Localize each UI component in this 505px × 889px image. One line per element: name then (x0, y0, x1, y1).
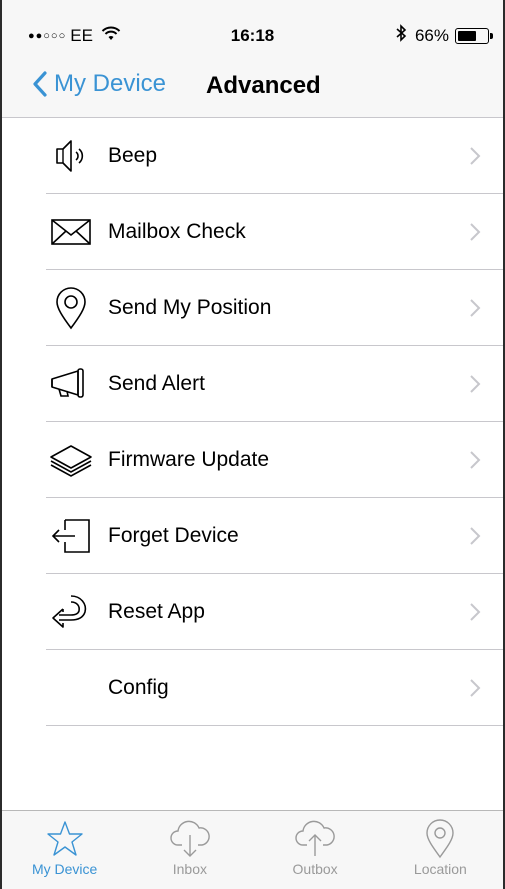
tab-label: Inbox (172, 861, 207, 877)
menu-item-label: Send My Position (108, 296, 272, 319)
cloud-upload-icon (295, 820, 335, 856)
page-title: Advanced (206, 72, 321, 99)
tab-outbox[interactable]: Outbox (253, 811, 378, 889)
exit-icon (48, 513, 94, 559)
menu-item-firmware-update[interactable]: Firmware Update (2, 422, 503, 498)
cloud-download-icon (170, 820, 210, 857)
tab-my-device[interactable]: My Device (2, 811, 127, 889)
chevron-right-icon (470, 223, 481, 241)
tab-label: Outbox (292, 861, 338, 877)
location-pin-icon (48, 285, 94, 331)
menu-item-label: Send Alert (108, 372, 205, 395)
megaphone-icon (48, 361, 94, 407)
star-icon (46, 821, 83, 856)
menu-item-beep[interactable]: Beep (2, 118, 503, 194)
envelope-icon (48, 209, 94, 255)
battery-icon (455, 27, 493, 44)
status-bar: ●●○○○ EE 16:18 66% (2, 0, 503, 60)
back-label: My Device (54, 70, 167, 97)
tab-label: Location (413, 861, 467, 877)
menu-item-label: Firmware Update (108, 448, 270, 471)
status-right: 66% (395, 24, 493, 47)
app-frame: ●●○○○ EE 16:18 66% My Device Advanced Be… (0, 0, 505, 889)
bluetooth-icon (395, 24, 407, 47)
menu-item-mailbox-check[interactable]: Mailbox Check (2, 194, 503, 270)
menu-item-config[interactable]: Config (2, 650, 503, 726)
layers-icon (48, 437, 94, 483)
chevron-right-icon (470, 147, 481, 165)
menu-item-label: Beep (108, 144, 158, 167)
chevron-right-icon (470, 375, 481, 393)
menu-item-label: Forget Device (108, 524, 239, 547)
tab-location[interactable]: Location (378, 811, 503, 889)
menu-item-label: Mailbox Check (108, 220, 246, 243)
tab-bar: My Device Inbox Outbox Location (2, 810, 503, 889)
menu-item-send-my-position[interactable]: Send My Position (2, 270, 503, 346)
reset-arrow-icon (48, 589, 94, 635)
menu-item-send-alert[interactable]: Send Alert (2, 346, 503, 422)
navigation-bar: My Device Advanced (2, 60, 503, 118)
chevron-right-icon (470, 603, 481, 621)
back-button[interactable]: My Device (32, 70, 166, 98)
chevron-right-icon (470, 527, 481, 545)
battery-percent: 66% (414, 25, 449, 45)
chevron-left-icon (33, 71, 47, 97)
speaker-icon (48, 133, 94, 179)
chevron-right-icon (470, 299, 481, 317)
menu-item-forget-device[interactable]: Forget Device (2, 498, 503, 574)
tab-inbox[interactable]: Inbox (127, 811, 252, 889)
location-pin-icon (426, 819, 455, 859)
tab-label: My Device (31, 861, 98, 877)
menu-item-label: Config (108, 676, 169, 699)
chevron-right-icon (470, 679, 481, 697)
battery-fill (458, 30, 477, 41)
menu-item-reset-app[interactable]: Reset App (2, 574, 503, 650)
menu-list: Beep Mailbox Check Send My Position Send… (2, 118, 503, 726)
menu-item-label: Reset App (108, 600, 205, 623)
chevron-right-icon (470, 451, 481, 469)
